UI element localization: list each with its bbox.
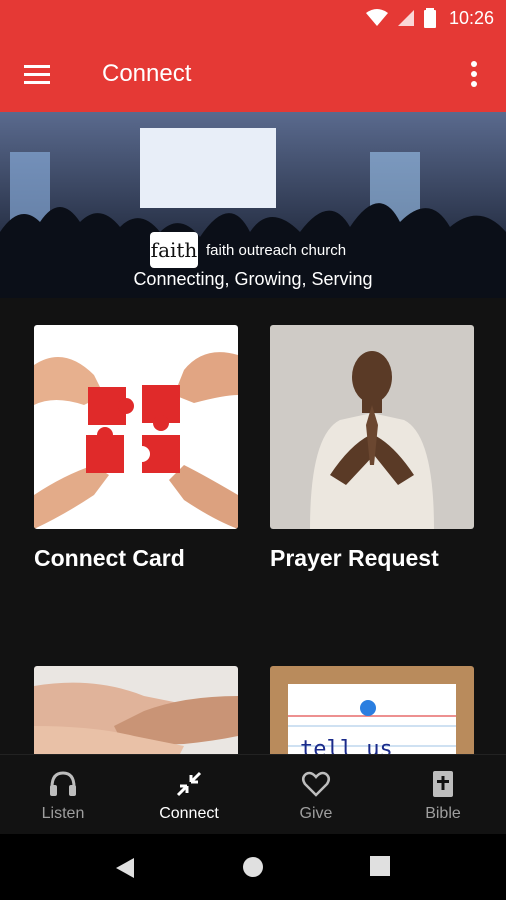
nav-connect[interactable]: Connect: [126, 755, 252, 835]
bottom-navigation: Listen Connect Give Bible: [0, 754, 506, 835]
tell-us-image: tell us: [270, 666, 474, 754]
prayer-request-image: [270, 325, 474, 529]
nav-give-label: Give: [299, 805, 333, 822]
system-navigation-bar: [0, 834, 506, 900]
nav-listen[interactable]: Listen: [0, 755, 126, 835]
nav-connect-label: Connect: [159, 805, 219, 822]
connect-icon: [176, 771, 202, 797]
card-grid: Connect Card Prayer Request tell us: [0, 298, 506, 754]
battery-icon: [424, 8, 436, 28]
nav-listen-label: Listen: [41, 805, 85, 822]
heart-icon: [302, 771, 330, 797]
menu-icon[interactable]: [22, 62, 52, 86]
svg-text:tell us: tell us: [300, 737, 393, 754]
nav-bible-label: Bible: [425, 805, 461, 822]
praying-man-image: [270, 325, 474, 529]
puzzle-image: [34, 325, 238, 529]
home-icon[interactable]: [242, 856, 264, 878]
corkboard-note-image: tell us: [270, 666, 474, 754]
status-icons: [366, 8, 436, 28]
tell-us-tile[interactable]: tell us: [270, 666, 474, 754]
hero-banner: faith faith outreach church Connecting, …: [0, 112, 506, 298]
prayer-request-tile[interactable]: Prayer Request: [270, 325, 474, 572]
status-bar: 10:26: [0, 0, 506, 36]
church-name: faith outreach church: [206, 241, 347, 259]
app-bar: Connect: [0, 36, 506, 112]
bible-icon: [433, 771, 453, 797]
stacked-hands-image: [34, 666, 238, 754]
nav-bible[interactable]: Bible: [380, 755, 506, 835]
connect-card-tile[interactable]: Connect Card: [34, 325, 238, 572]
status-time: 10:26: [448, 8, 494, 28]
headphones-icon: [50, 771, 76, 796]
church-logo: faith: [150, 232, 198, 268]
recents-icon[interactable]: [370, 856, 390, 876]
prayer-request-label: Prayer Request: [270, 545, 439, 571]
teamwork-image: [34, 666, 238, 754]
connect-card-label: Connect Card: [34, 545, 185, 571]
wifi-icon: [366, 9, 388, 26]
more-options-icon[interactable]: [464, 60, 484, 88]
nav-give[interactable]: Give: [253, 755, 379, 835]
church-tagline: Connecting, Growing, Serving: [133, 269, 373, 289]
signal-icon: [398, 10, 414, 26]
back-icon[interactable]: [114, 856, 136, 880]
page-title: Connect: [102, 60, 192, 87]
connect-card-image: [34, 325, 238, 529]
teamwork-tile[interactable]: [34, 666, 238, 754]
church-brand: faith faith outreach church: [150, 232, 346, 268]
